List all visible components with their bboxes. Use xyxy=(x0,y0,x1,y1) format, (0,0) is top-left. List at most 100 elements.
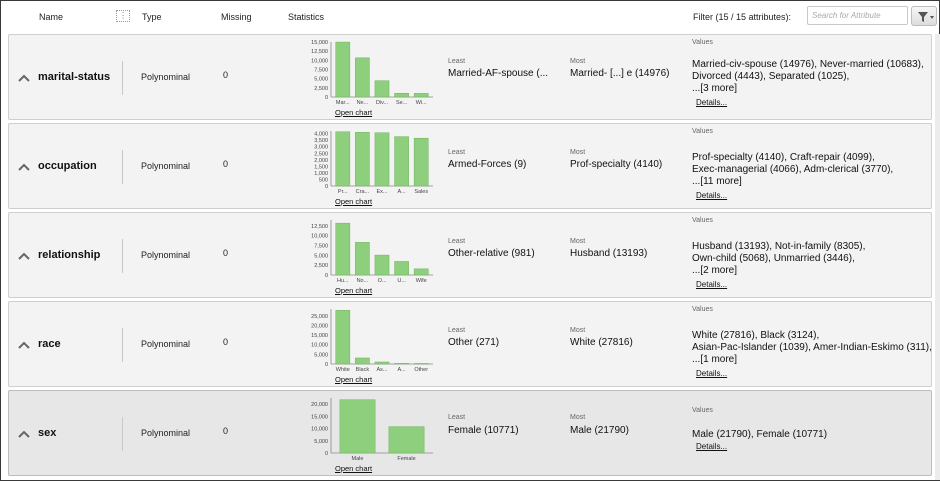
details-link[interactable]: Details... xyxy=(696,191,727,200)
details-link[interactable]: Details... xyxy=(696,280,727,289)
bar xyxy=(394,363,409,365)
bar xyxy=(394,92,409,98)
y-tick-label: 7,500 xyxy=(314,244,328,250)
bar xyxy=(374,80,390,98)
y-tick-label: 10,000 xyxy=(311,343,328,349)
collapse-chevron-icon[interactable] xyxy=(17,73,31,83)
least-value: Armed-Forces (9) xyxy=(448,159,527,170)
open-chart-link[interactable]: Open chart xyxy=(335,197,372,206)
details-link[interactable]: Details... xyxy=(696,442,727,451)
least-value: Married-AF-spouse (... xyxy=(448,68,549,79)
y-tick-label: 500 xyxy=(319,177,328,183)
y-tick-label: 15,000 xyxy=(311,333,328,339)
most-value: Married- [...] e (14976) xyxy=(570,68,670,79)
divider xyxy=(122,417,123,451)
collapse-chevron-icon[interactable] xyxy=(17,162,31,172)
bar xyxy=(374,254,390,276)
open-chart-link[interactable]: Open chart xyxy=(335,286,372,295)
statistics-bar-chart[interactable]: 4,0003,5003,0002,5002,0001,5001,0005000 P… xyxy=(292,126,437,200)
bar xyxy=(335,131,351,187)
bar xyxy=(335,222,351,276)
y-tick-label: 0 xyxy=(325,95,328,101)
divider xyxy=(122,61,123,95)
values-summary: Husband (13193), Not-in-family (8305), O… xyxy=(692,241,866,276)
y-tick-label: 2,000 xyxy=(314,158,328,164)
y-tick-label: 2,500 xyxy=(314,86,328,92)
column-header-type[interactable]: Type xyxy=(142,12,162,22)
statistics-bar-chart[interactable]: 12,500 10,000 7,500 5,000 2,500 0 Hu... No... O.… xyxy=(292,215,437,289)
most-label: Most xyxy=(570,327,586,334)
y-tick-label: 15,000 xyxy=(311,414,328,420)
attribute-row[interactable]: marital-status Polynominal 0 15,000 12,50… xyxy=(8,34,932,120)
y-tick-label: 0 xyxy=(325,362,328,368)
details-link[interactable]: Details... xyxy=(696,98,727,107)
column-header-statistics: Statistics xyxy=(288,12,325,22)
missing-count: 0 xyxy=(223,159,229,169)
y-tick-label: 10,000 xyxy=(311,427,328,433)
filter-dropdown-button[interactable] xyxy=(911,6,937,26)
statistics-bar-chart[interactable]: 25,000 20,000 15,000 10,000 5,000 0 White Black… xyxy=(292,304,437,378)
attribute-name: relationship xyxy=(38,249,101,261)
x-tick-label: Sales xyxy=(414,189,428,195)
divider xyxy=(122,328,123,362)
bar xyxy=(339,399,376,454)
x-tick-label: Ne... xyxy=(357,100,369,106)
x-tick-label: Hu... xyxy=(337,278,349,284)
values-label: Values xyxy=(692,217,713,224)
least-value: Other (271) xyxy=(448,337,500,348)
attribute-row[interactable]: sex Polynominal 0 20,000 15,000 10,000 5,00… xyxy=(8,390,932,476)
scrollbar[interactable] xyxy=(935,34,940,480)
missing-count: 0 xyxy=(223,426,229,436)
y-tick-label: 5,000 xyxy=(314,439,328,445)
values-summary: Prof-specialty (4140), Craft-repair (409… xyxy=(692,152,894,187)
x-tick-label: A... xyxy=(397,189,406,195)
attribute-row[interactable]: occupation Polynominal 0 4,000 3,500 3,000… xyxy=(8,123,932,209)
y-tick-label: 15,000 xyxy=(311,40,328,46)
bar xyxy=(413,93,429,98)
values-summary: Married-civ-spouse (14976), Never-marrie… xyxy=(692,59,924,94)
y-tick-label: 20,000 xyxy=(311,402,328,408)
attribute-type: Polynominal xyxy=(141,339,191,349)
open-chart-link[interactable]: Open chart xyxy=(335,464,372,473)
funnel-icon xyxy=(918,12,934,22)
values-summary: White (27816), Black (3124), Asian-Pac-I… xyxy=(692,330,932,365)
x-tick-label: Cra... xyxy=(356,189,370,195)
table-header: Name ⋮ Type Missing Statistics Filter (1… xyxy=(1,1,939,33)
collapse-chevron-icon[interactable] xyxy=(17,251,31,261)
open-chart-link[interactable]: Open chart xyxy=(335,108,372,117)
values-label: Values xyxy=(692,128,713,135)
column-header-name[interactable]: Name xyxy=(39,12,63,22)
least-value: Other-relative (981) xyxy=(448,248,535,259)
statistics-bar-chart[interactable]: 15,000 12,500 10,000 7,500 5,000 2,500 0 Mar...… xyxy=(292,37,437,111)
search-input[interactable]: Search for Attribute xyxy=(807,6,908,25)
y-tick-label: 2,500 xyxy=(314,151,328,157)
bar xyxy=(355,357,370,365)
open-chart-link[interactable]: Open chart xyxy=(335,375,372,384)
column-resize-icon[interactable]: ⋮ xyxy=(116,10,130,22)
least-value: Female (10771) xyxy=(448,425,519,436)
bar xyxy=(355,242,370,276)
least-label: Least xyxy=(448,149,466,156)
least-label: Least xyxy=(448,58,466,65)
most-value: Prof-specialty (4140) xyxy=(570,159,663,170)
x-tick-label: Black xyxy=(356,367,370,373)
x-tick-label: Div... xyxy=(376,100,389,106)
collapse-chevron-icon[interactable] xyxy=(17,429,31,439)
y-tick-label: 0 xyxy=(325,273,328,279)
most-label: Most xyxy=(570,414,586,421)
collapse-chevron-icon[interactable] xyxy=(17,340,31,350)
details-link[interactable]: Details... xyxy=(696,369,727,378)
statistics-bar-chart[interactable]: 20,000 15,000 10,000 5,000 0 Male Female xyxy=(292,393,437,467)
y-tick-label: 5,000 xyxy=(314,253,328,259)
attribute-row[interactable]: relationship Polynominal 0 12,500 10,000 7… xyxy=(8,212,932,298)
divider xyxy=(122,239,123,273)
values-label: Values xyxy=(692,407,713,414)
y-tick-label: 12,500 xyxy=(311,224,328,230)
column-header-missing[interactable]: Missing xyxy=(221,12,252,22)
most-label: Most xyxy=(570,58,586,65)
most-value: Husband (13193) xyxy=(570,248,648,259)
y-tick-label: 1,000 xyxy=(314,171,328,177)
most-label: Most xyxy=(570,149,586,156)
attribute-row[interactable]: race Polynominal 0 25,000 20,000 15,000 10,… xyxy=(8,301,932,387)
most-value: White (27816) xyxy=(570,337,633,348)
